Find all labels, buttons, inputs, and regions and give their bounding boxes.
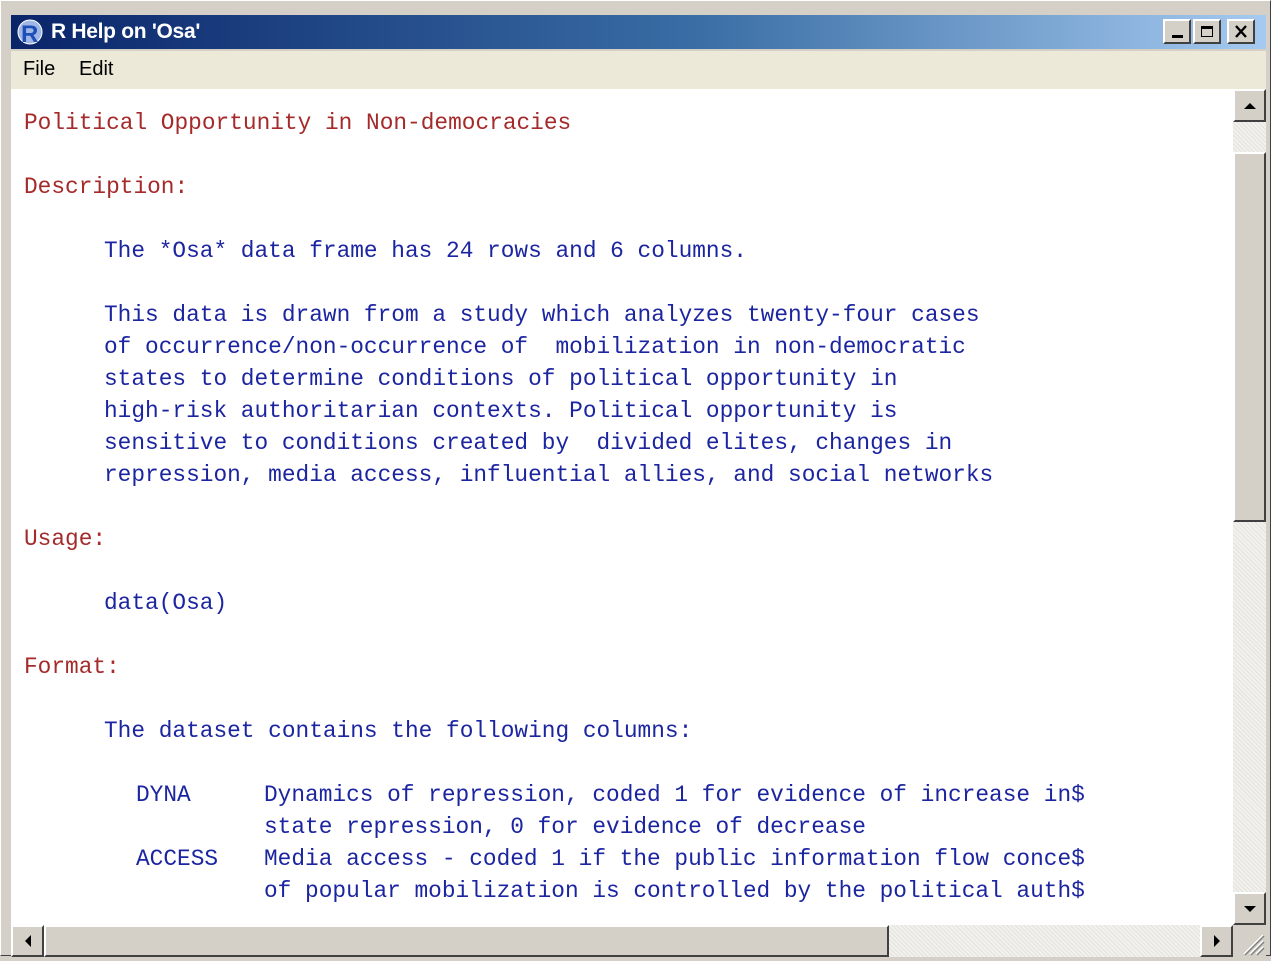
- menu-file[interactable]: File: [23, 58, 55, 81]
- arrow-right-icon: [1213, 935, 1220, 947]
- description-line: high-risk authoritarian contexts. Politi…: [104, 398, 898, 424]
- maximize-button[interactable]: [1193, 19, 1221, 44]
- scroll-right-button[interactable]: [1200, 925, 1233, 957]
- title-bar[interactable]: R R Help on 'Osa': [11, 15, 1266, 49]
- description-line: repression, media access, influential al…: [104, 462, 994, 488]
- arrow-up-icon: [1243, 102, 1256, 109]
- format-heading: Format:: [24, 654, 120, 680]
- r-logo-icon: R: [17, 18, 43, 48]
- svg-text:R: R: [21, 21, 38, 46]
- menu-bar: File Edit: [11, 51, 1266, 89]
- description-heading: Description:: [24, 174, 189, 200]
- resize-grip-icon: [1243, 934, 1265, 956]
- format-intro: The dataset contains the following colum…: [104, 718, 693, 744]
- menu-edit[interactable]: Edit: [79, 58, 113, 81]
- help-window: R R Help on 'Osa' File Edit Political Op…: [0, 0, 1271, 957]
- description-line: The *Osa* data frame has 24 rows and 6 c…: [104, 238, 747, 264]
- maximize-icon: [1201, 26, 1213, 37]
- horizontal-scroll-thumb[interactable]: [44, 925, 889, 957]
- close-icon: [1235, 25, 1247, 38]
- usage-code: data(Osa): [104, 590, 228, 616]
- description-line: sensitive to conditions created by divid…: [104, 430, 953, 456]
- column-name-access: ACCESS: [136, 846, 219, 872]
- scroll-up-button[interactable]: [1233, 89, 1266, 122]
- usage-heading: Usage:: [24, 526, 107, 552]
- minimize-icon: [1171, 35, 1183, 38]
- horizontal-scrollbar[interactable]: [11, 925, 1233, 957]
- description-line: of occurrence/non-occurrence of mobiliza…: [104, 334, 966, 360]
- column-desc-line: Media access - coded 1 if the public inf…: [264, 846, 1085, 872]
- arrow-down-icon: [1243, 905, 1256, 912]
- column-desc-line: state repression, 0 for evidence of decr…: [264, 814, 866, 840]
- help-title: Political Opportunity in Non-democracies: [24, 110, 572, 136]
- column-name-dyna: DYNA: [136, 782, 191, 808]
- vertical-scroll-thumb[interactable]: [1233, 152, 1266, 522]
- window-title: R Help on 'Osa': [51, 20, 201, 43]
- scroll-left-button[interactable]: [11, 925, 44, 957]
- minimize-button[interactable]: [1163, 19, 1191, 44]
- description-line: This data is drawn from a study which an…: [104, 302, 980, 328]
- arrow-left-icon: [24, 935, 31, 947]
- vertical-scrollbar[interactable]: [1233, 89, 1266, 925]
- column-desc-line: of popular mobilization is controlled by…: [264, 878, 1085, 904]
- help-text-area[interactable]: Political Opportunity in Non-democracies…: [11, 89, 1233, 925]
- resize-grip[interactable]: [1233, 925, 1266, 957]
- close-button[interactable]: [1227, 19, 1255, 44]
- description-line: states to determine conditions of politi…: [104, 366, 898, 392]
- column-desc-line: Dynamics of repression, coded 1 for evid…: [264, 782, 1085, 808]
- scroll-down-button[interactable]: [1233, 892, 1266, 925]
